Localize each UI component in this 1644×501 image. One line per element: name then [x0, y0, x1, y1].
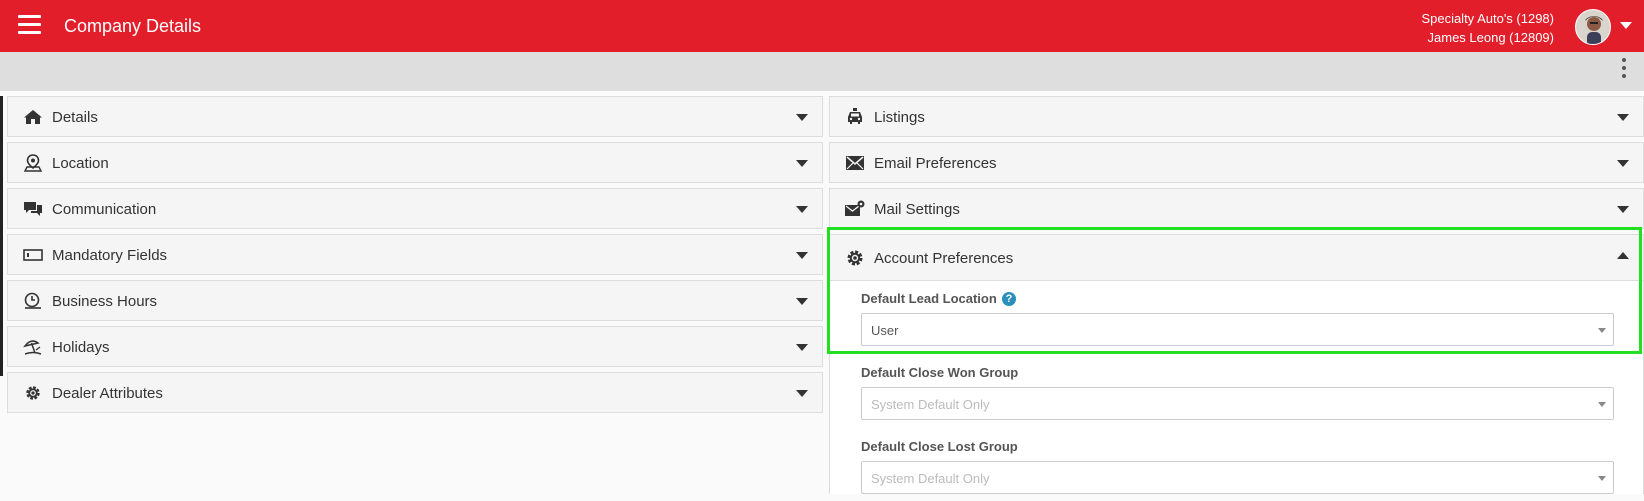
chevron-down-icon — [796, 206, 808, 213]
panel-location[interactable]: Location — [7, 142, 823, 183]
chevron-down-icon — [1598, 328, 1606, 333]
window-edge — [0, 96, 3, 376]
toolbar — [0, 52, 1644, 91]
panel-holidays[interactable]: Holidays — [7, 326, 823, 367]
default-close-lost-group-select[interactable]: System Default Only — [861, 461, 1614, 494]
panel-dealer-attributes-label: Dealer Attributes — [52, 385, 163, 402]
default-lead-location-select[interactable]: User — [861, 313, 1614, 346]
default-close-won-group-label: Default Close Won Group — [861, 365, 1019, 380]
beach-umbrella-icon — [23, 340, 42, 355]
panel-email-preferences-label: Email Preferences — [874, 155, 997, 172]
mail-settings-icon — [845, 200, 865, 216]
panel-mail-settings[interactable]: Mail Settings — [829, 188, 1644, 229]
more-options-icon[interactable] — [1620, 58, 1628, 84]
left-column: Details Location Communication Mandatory… — [7, 96, 823, 418]
chevron-down-icon — [796, 114, 808, 121]
panel-mandatory-fields-label: Mandatory Fields — [52, 247, 168, 264]
chat-bubbles-icon — [24, 202, 42, 216]
panel-listings-label: Listings — [874, 109, 925, 126]
avatar[interactable] — [1575, 9, 1611, 45]
chevron-down-icon — [1598, 476, 1606, 481]
panel-mail-settings-label: Mail Settings — [874, 201, 960, 218]
panel-details[interactable]: Details — [7, 96, 823, 137]
user-name: James Leong (12809) — [1427, 30, 1554, 45]
clock-icon — [24, 292, 41, 309]
gear-icon — [26, 386, 40, 400]
chevron-down-icon — [1617, 160, 1629, 167]
panel-business-hours[interactable]: Business Hours — [7, 280, 823, 321]
top-app-bar: Company Details Specialty Auto's (1298) … — [0, 0, 1644, 52]
default-lead-location-value: User — [871, 323, 899, 338]
chevron-down-icon — [1617, 206, 1629, 213]
panel-account-preferences-label: Account Preferences — [874, 250, 1014, 267]
panel-communication[interactable]: Communication — [7, 188, 823, 229]
panel-communication-label: Communication — [52, 201, 157, 218]
panel-email-preferences[interactable]: Email Preferences — [829, 142, 1644, 183]
page-title: Company Details — [64, 16, 202, 36]
home-icon — [24, 110, 42, 124]
envelope-icon — [846, 156, 864, 170]
chevron-down-icon — [796, 298, 808, 305]
chevron-down-icon — [1598, 402, 1606, 407]
chevron-down-icon — [796, 390, 808, 397]
user-menu-chevron-down-icon[interactable] — [1620, 22, 1632, 29]
chevron-up-icon — [1617, 252, 1629, 259]
help-icon[interactable]: ? — [1002, 292, 1016, 306]
panel-details-label: Details — [52, 109, 98, 126]
account-info: Specialty Auto's (1298) James Leong (128… — [1421, 9, 1554, 47]
chevron-down-icon — [1617, 114, 1629, 121]
panel-listings[interactable]: Listings — [829, 96, 1644, 137]
panel-business-hours-label: Business Hours — [52, 293, 158, 310]
panel-account-preferences-header[interactable]: Account Preferences — [830, 235, 1643, 281]
panel-account-preferences: Account Preferences Default Lead Locatio… — [829, 234, 1644, 494]
chevron-down-icon — [796, 252, 808, 259]
hamburger-menu-icon[interactable] — [18, 15, 41, 35]
right-column: Listings Email Preferences Mail Settings… — [829, 96, 1644, 494]
car-icon — [848, 108, 862, 124]
chevron-down-icon — [796, 344, 808, 351]
default-close-lost-group-label: Default Close Lost Group — [861, 439, 1018, 454]
panel-location-label: Location — [52, 155, 109, 172]
default-close-lost-group-value: System Default Only — [871, 471, 990, 486]
gear-icon — [847, 250, 863, 266]
panel-mandatory-fields[interactable]: Mandatory Fields — [7, 234, 823, 275]
dealer-name: Specialty Auto's (1298) — [1421, 11, 1554, 26]
panel-dealer-attributes[interactable]: Dealer Attributes — [7, 372, 823, 413]
default-close-won-group-select[interactable]: System Default Only — [861, 387, 1614, 420]
location-pin-icon — [23, 154, 43, 172]
panel-holidays-label: Holidays — [52, 339, 110, 356]
input-field-icon — [23, 249, 43, 261]
chevron-down-icon — [796, 160, 808, 167]
default-close-won-group-value: System Default Only — [871, 397, 990, 412]
default-lead-location-label: Default Lead Location — [861, 291, 997, 306]
